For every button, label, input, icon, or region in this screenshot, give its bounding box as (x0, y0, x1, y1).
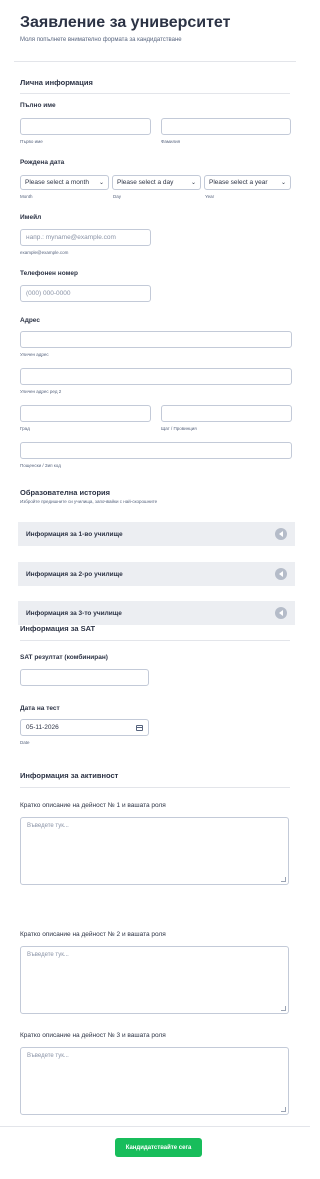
day-sublabel: Day (113, 194, 122, 199)
activity-1-textarea[interactable]: Въведете тук... (20, 817, 289, 885)
activity-3-label: Кратко описание на дейност № 3 и вашата … (20, 1032, 166, 1039)
year-select[interactable]: Please select a year ⌄ (204, 175, 291, 190)
form-subtitle: Моля попълнете внимателно формата за кан… (20, 37, 182, 43)
birth-date-label: Рождена дата (20, 159, 65, 166)
test-date-value: 05-11-2026 (26, 724, 59, 731)
resize-handle-icon[interactable] (281, 1006, 286, 1011)
email-label: Имейл (20, 214, 42, 221)
section-title-education: Образователна история (20, 488, 111, 497)
test-date-sublabel: Date (20, 740, 30, 745)
form-title: Заявление за университет (20, 14, 231, 31)
resize-handle-icon[interactable] (281, 877, 286, 882)
section-title-activities: Информация за активност (20, 771, 119, 780)
chevron-down-icon: ⌄ (280, 180, 286, 186)
phone-label: Телефонен номер (20, 270, 78, 277)
year-select-value: Please select a year (209, 179, 268, 186)
city-sublabel: Град (20, 426, 30, 431)
email-placeholder: напр.: myname@example.com (26, 234, 116, 241)
street-address-sublabel: Уличен адрес (20, 352, 49, 357)
collapse-arrow-icon (275, 607, 287, 619)
collapse-arrow-icon (275, 528, 287, 540)
zip-input[interactable] (20, 442, 292, 459)
activity-2-textarea[interactable]: Въведете тук... (20, 946, 289, 1014)
section-divider (20, 640, 290, 641)
calendar-icon[interactable] (136, 724, 143, 731)
chevron-down-icon: ⌄ (190, 180, 196, 186)
section-title-sat: Информация за SAT (20, 624, 96, 633)
sat-score-label: SAT резултат (комбиниран) (20, 654, 108, 661)
school-3-collapse[interactable]: Информация за 3-то училище (18, 601, 295, 625)
submit-button[interactable]: Кандидатствайте сега (115, 1138, 202, 1157)
first-name-input[interactable] (20, 118, 151, 135)
last-name-input[interactable] (161, 118, 291, 135)
activity-2-placeholder: Въведете тук... (27, 952, 69, 958)
month-select-value: Please select a month (25, 179, 89, 186)
address-label: Адрес (20, 317, 40, 324)
school-2-collapse[interactable]: Информация за 2-ро училище (18, 562, 295, 586)
sat-score-input[interactable] (20, 669, 149, 686)
section-title-personal: Лична информация (20, 78, 93, 87)
section-divider (20, 93, 290, 94)
phone-input[interactable]: (000) 000-0000 (20, 285, 151, 302)
activity-3-textarea[interactable]: Въведете тук... (20, 1047, 289, 1115)
collapse-arrow-icon (275, 568, 287, 580)
phone-placeholder: (000) 000-0000 (26, 290, 71, 297)
city-input[interactable] (20, 405, 151, 422)
chevron-down-icon: ⌄ (98, 180, 104, 186)
email-sublabel: example@example.com (20, 250, 69, 255)
state-input[interactable] (161, 405, 292, 422)
school-1-label: Информация за 1-во училище (26, 530, 123, 538)
test-date-input[interactable]: 05-11-2026 (20, 719, 149, 736)
section-divider (20, 787, 290, 788)
activity-2-label: Кратко описание на дейност № 2 и вашата … (20, 931, 166, 938)
day-select[interactable]: Please select a day ⌄ (112, 175, 201, 190)
full-name-label: Пълно име (20, 102, 56, 109)
street-address-2-input[interactable] (20, 368, 292, 385)
street-address-input[interactable] (20, 331, 292, 348)
school-3-label: Информация за 3-то училище (26, 609, 122, 617)
zip-sublabel: Пощенски / Зип код (20, 463, 61, 468)
first-name-sublabel: Първо име (20, 139, 43, 144)
day-select-value: Please select a day (117, 179, 174, 186)
education-description: Избройте предишните си училища, започвай… (20, 499, 158, 504)
month-select[interactable]: Please select a month ⌄ (20, 175, 109, 190)
header-divider (14, 61, 296, 62)
school-1-collapse[interactable]: Информация за 1-во училище (18, 522, 295, 546)
school-2-label: Информация за 2-ро училище (26, 570, 123, 578)
test-date-label: Дата на тест (20, 705, 60, 712)
last-name-sublabel: Фамилия (161, 139, 181, 144)
activity-3-placeholder: Въведете тук... (27, 1053, 69, 1059)
year-sublabel: Year (205, 194, 215, 199)
activity-1-label: Кратко описание на дейност № 1 и вашата … (20, 802, 166, 809)
email-input[interactable]: напр.: myname@example.com (20, 229, 151, 246)
state-sublabel: Щат / Провинция (161, 426, 197, 431)
month-sublabel: Month (20, 194, 33, 199)
resize-handle-icon[interactable] (281, 1107, 286, 1112)
activity-1-placeholder: Въведете тук... (27, 823, 69, 829)
street-address-2-sublabel: Уличен адрес ред 2 (20, 389, 62, 394)
